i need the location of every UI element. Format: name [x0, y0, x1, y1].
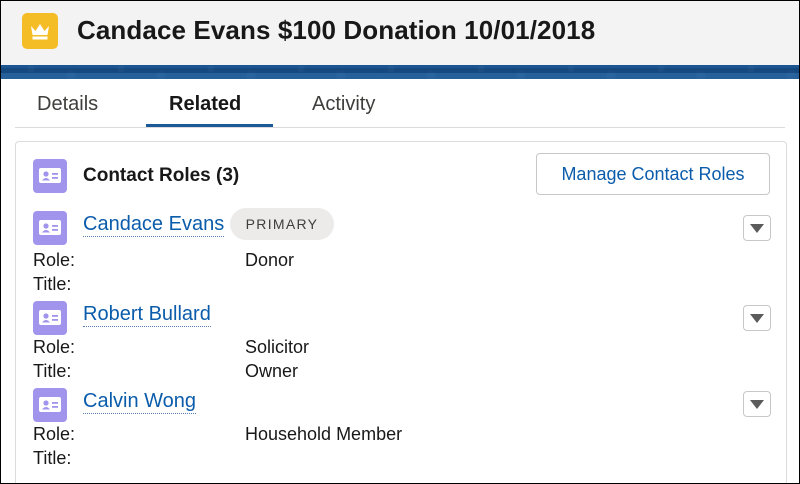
- tab-related[interactable]: Related: [169, 93, 241, 116]
- tab-details[interactable]: Details: [37, 93, 98, 116]
- card-title: Contact Roles (3): [83, 165, 240, 186]
- role-value: Donor: [245, 250, 295, 270]
- page-title: Candace Evans $100 Donation 10/01/2018: [77, 15, 596, 45]
- chevron-down-icon: [750, 400, 764, 409]
- contact-link-candace-evans[interactable]: Candace Evans: [83, 212, 225, 237]
- contact-icon: [33, 388, 67, 422]
- tab-activity[interactable]: Activity: [312, 93, 375, 116]
- contact-roles-card: Contact Roles (3) Manage Contact Roles C…: [15, 141, 787, 483]
- tab-bar: Details Related Activity: [15, 81, 785, 128]
- manage-contact-roles-button[interactable]: Manage Contact Roles: [536, 153, 770, 195]
- title-label: Title:: [33, 448, 72, 468]
- role-value: Household Member: [245, 424, 403, 444]
- role-label: Role:: [33, 337, 76, 357]
- record-header: Candace Evans $100 Donation 10/01/2018: [1, 1, 799, 65]
- contact-link-robert-bullard[interactable]: Robert Bullard: [83, 302, 211, 327]
- row-actions-menu-button[interactable]: [743, 215, 771, 241]
- title-label: Title:: [33, 274, 72, 294]
- role-label: Role:: [33, 424, 76, 444]
- chevron-down-icon: [750, 224, 764, 233]
- chevron-down-icon: [750, 314, 764, 323]
- active-tab-indicator: [146, 124, 273, 127]
- record-page: Candace Evans $100 Donation 10/01/2018 D…: [0, 0, 800, 484]
- contact-icon: [33, 301, 67, 335]
- role-value: Solicitor: [245, 337, 310, 357]
- row-actions-menu-button[interactable]: [743, 391, 771, 417]
- title-label: Title:: [33, 361, 72, 381]
- row-actions-menu-button[interactable]: [743, 305, 771, 331]
- primary-badge: PRIMARY: [230, 208, 334, 240]
- crown-icon: [22, 13, 58, 49]
- contact-card-icon: [33, 159, 67, 193]
- header-banner: [1, 65, 799, 79]
- title-value: Owner: [245, 361, 299, 381]
- role-label: Role:: [33, 250, 76, 270]
- contact-link-calvin-wong[interactable]: Calvin Wong: [83, 389, 197, 414]
- contact-icon: [33, 211, 67, 245]
